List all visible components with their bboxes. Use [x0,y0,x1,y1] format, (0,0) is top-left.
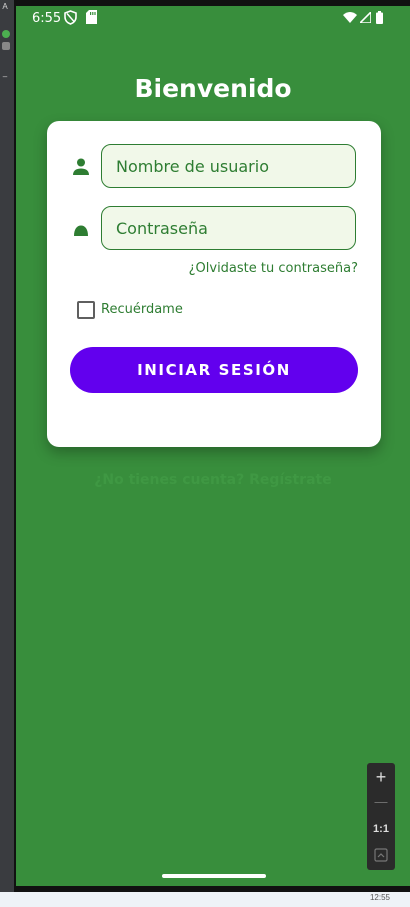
shield-icon [64,10,77,25]
username-row [67,144,361,190]
host-clock: 12:55 [369,893,390,902]
zoom-out-button[interactable]: — [367,790,395,814]
app-screen: 6:55 Bienvenido Nombre de usuario ¿Olvid… [16,6,410,886]
status-bar: 6:55 [16,6,410,32]
status-time: 6:55 [32,11,62,26]
sd-card-icon [86,10,97,24]
person-icon [73,158,89,175]
gesture-nav-handle[interactable] [162,874,266,878]
login-button[interactable]: INICIAR SESIÓN [70,347,358,393]
remember-label: Recuérdame [101,302,183,317]
username-input[interactable] [101,144,356,188]
zoom-controls: + — 1:1 [367,763,395,870]
page-title: Bienvenido [134,74,292,103]
login-card: ¿Olvidaste tu contraseña? Recuérdame INI… [47,121,381,447]
host-arrow-icon: A [2,2,8,11]
zoom-in-button[interactable]: + [367,765,395,789]
emulator-frame: 6:55 Bienvenido Nombre de usuario ¿Olvid… [14,0,410,892]
lock-icon [74,225,88,236]
status-dot-icon [2,30,10,38]
battery-icon [376,11,383,24]
wifi-icon [343,12,357,23]
signup-link[interactable]: ¿No tienes cuenta? Regístrate [16,472,410,488]
host-taskbar: 12:55 [0,892,410,907]
device-icon [2,42,10,50]
signal-icon [360,12,371,23]
password-row [67,206,361,252]
forgot-password-link[interactable]: ¿Olvidaste tu contraseña? [189,261,358,276]
zoom-reset-button[interactable]: 1:1 [367,817,395,841]
host-sidebar: A – [0,0,14,892]
password-input[interactable] [101,206,356,250]
fit-screen-icon[interactable] [374,848,388,862]
host-menu-icon: – [2,72,8,81]
remember-checkbox[interactable] [77,301,95,319]
